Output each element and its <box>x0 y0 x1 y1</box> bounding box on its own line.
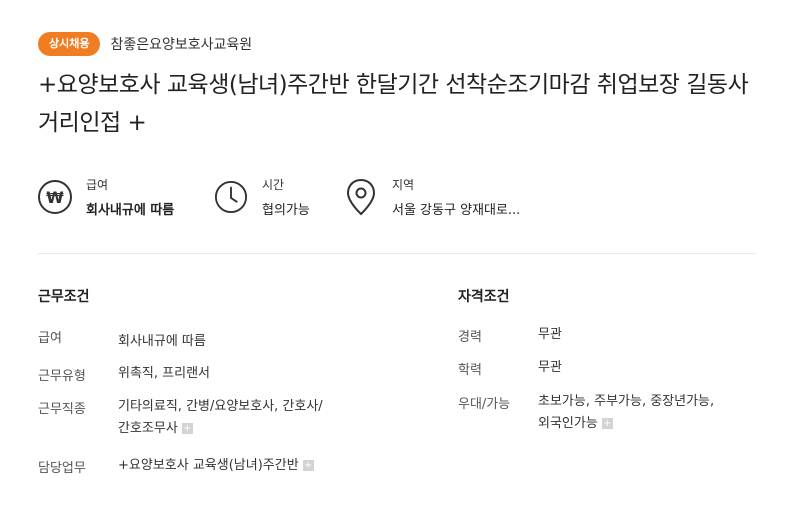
condition-value: 기타의료직, 간병/요양보호사, 간호사/ 간호조무사 + <box>118 396 323 440</box>
qualification-row-career: 경력 무관 <box>458 326 758 350</box>
company-name[interactable]: 참좋은요양보호사교육원 <box>110 34 252 54</box>
summary-time-value: 협의가능 <box>262 203 310 218</box>
job-header: 상시채용 참좋은요양보호사교육원 <box>38 32 252 56</box>
qualification-key: 학력 <box>458 363 482 378</box>
qualification-value: 무관 <box>538 360 562 375</box>
qualifications-section: 자격조건 <box>458 286 510 306</box>
condition-key: 근무직종 <box>38 402 86 417</box>
condition-value: +요양보호사 교육생(남녀)주간반 + <box>118 455 314 477</box>
qualification-value: 초보가능, 주부가능, 중장년가능, 외국인가능 + <box>538 391 714 435</box>
clock-icon <box>214 180 248 214</box>
work-conditions-section: 근무조건 <box>38 286 90 306</box>
summary-location: 지역 서울 강동구 양재대로... <box>344 176 520 218</box>
condition-row-duty: 담당업무 +요양보호사 교육생(남녀)주간반 + <box>38 457 418 481</box>
condition-value-line2: 간호조무사 <box>118 421 178 436</box>
condition-row-type: 근무유형 위촉직, 프리랜서 <box>38 365 418 389</box>
condition-value-text: +요양보호사 교육생(남녀)주간반 <box>118 458 299 473</box>
job-summary: ₩ 급여 회사내규에 따름 시간 협의가능 지역 서울 강동구 양재대로... <box>38 176 520 218</box>
summary-time-label: 시간 <box>262 178 285 192</box>
expand-icon[interactable]: + <box>302 460 314 471</box>
qualification-key: 우대/가능 <box>458 397 511 412</box>
job-title: +요양보호사 교육생(남녀)주간반 한달기간 선착순조기마감 취업보장 길동사거… <box>38 72 749 136</box>
map-pin-icon <box>344 178 378 216</box>
qualifications-heading: 자격조건 <box>458 289 510 305</box>
divider <box>38 253 756 254</box>
expand-icon[interactable]: + <box>601 418 613 429</box>
work-conditions-heading: 근무조건 <box>38 289 90 305</box>
condition-key: 담당업무 <box>38 461 86 476</box>
won-icon: ₩ <box>38 180 72 214</box>
qualification-value: 무관 <box>538 327 562 342</box>
status-badge: 상시채용 <box>38 32 101 56</box>
condition-row-occupation: 근무직종 기타의료직, 간병/요양보호사, 간호사/ 간호조무사 + <box>38 398 418 444</box>
qualification-row-preferred: 우대/가능 초보가능, 주부가능, 중장년가능, 외국인가능 + <box>458 393 758 439</box>
summary-pay: ₩ 급여 회사내규에 따름 <box>38 176 214 218</box>
condition-key: 근무유형 <box>38 369 86 384</box>
summary-pay-label: 급여 <box>86 178 109 192</box>
condition-key: 급여 <box>38 331 62 346</box>
summary-time: 시간 협의가능 <box>214 176 344 218</box>
qualification-value-line1: 초보가능, 주부가능, 중장년가능, <box>538 394 715 409</box>
summary-location-value[interactable]: 서울 강동구 양재대로... <box>392 199 520 218</box>
expand-icon[interactable]: + <box>181 423 193 434</box>
summary-location-label: 지역 <box>392 178 415 192</box>
qualification-row-education: 학력 무관 <box>458 359 758 383</box>
condition-value: 회사내규에 따름 <box>118 334 206 349</box>
condition-value: 위촉직, 프리랜서 <box>118 366 210 381</box>
qualification-key: 경력 <box>458 330 482 345</box>
qualification-value-line2: 외국인가능 <box>538 416 598 431</box>
condition-row-pay: 급여 회사내규에 따름 <box>38 327 418 351</box>
condition-value-line1: 기타의료직, 간병/요양보호사, 간호사/ <box>118 399 323 414</box>
summary-pay-value: 회사내규에 따름 <box>86 203 175 218</box>
